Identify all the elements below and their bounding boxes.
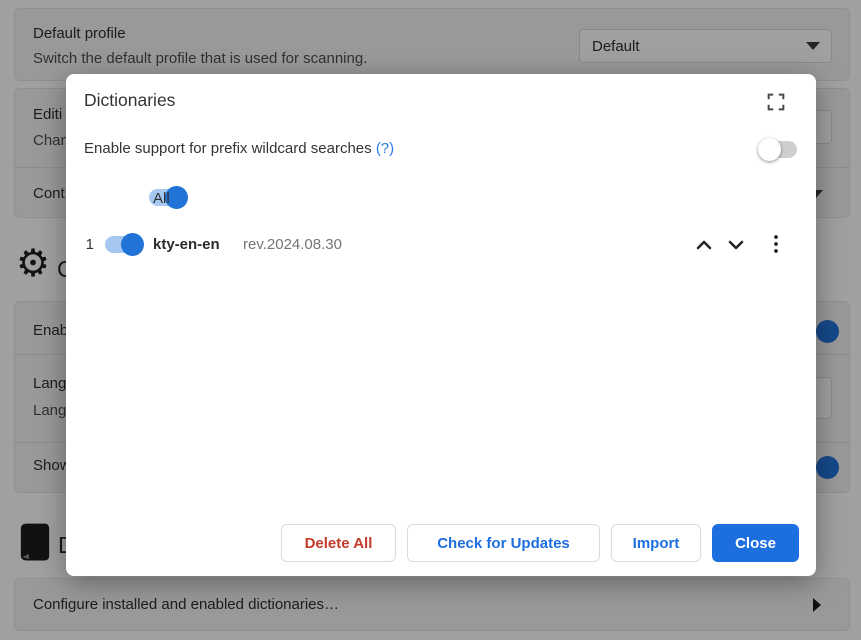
dictionary-revision: rev.2024.08.30	[243, 236, 342, 253]
kebab-menu-icon[interactable]	[768, 230, 784, 263]
wildcard-search-text: Enable support for prefix wildcard searc…	[84, 140, 376, 157]
entry-index: 1	[82, 236, 94, 253]
move-down-icon[interactable]	[724, 233, 748, 262]
move-up-icon[interactable]	[692, 233, 716, 262]
fullscreen-icon[interactable]	[765, 91, 787, 113]
import-button[interactable]: Import	[611, 524, 701, 562]
wildcard-help-link[interactable]: (?)	[376, 140, 394, 157]
dictionary-entry-row: 1 kty-en-en rev.2024.08.30	[66, 231, 816, 258]
dictionary-name: kty-en-en	[153, 236, 220, 253]
dictionary-toggle[interactable]	[104, 233, 144, 256]
close-button[interactable]: Close	[712, 524, 799, 562]
toggle-knob	[121, 233, 144, 256]
wildcard-toggle[interactable]	[758, 138, 798, 161]
toggle-knob	[758, 138, 781, 161]
dictionaries-dialog: Dictionaries Enable support for prefix w…	[66, 74, 816, 576]
delete-all-button[interactable]: Delete All	[281, 524, 396, 562]
dialog-title: Dictionaries	[84, 90, 175, 111]
dialog-footer: Delete All Check for Updates Import Clos…	[66, 524, 799, 562]
all-toggle-label: All	[153, 190, 170, 207]
check-for-updates-button[interactable]: Check for Updates	[407, 524, 600, 562]
wildcard-search-label: Enable support for prefix wildcard searc…	[84, 140, 394, 157]
